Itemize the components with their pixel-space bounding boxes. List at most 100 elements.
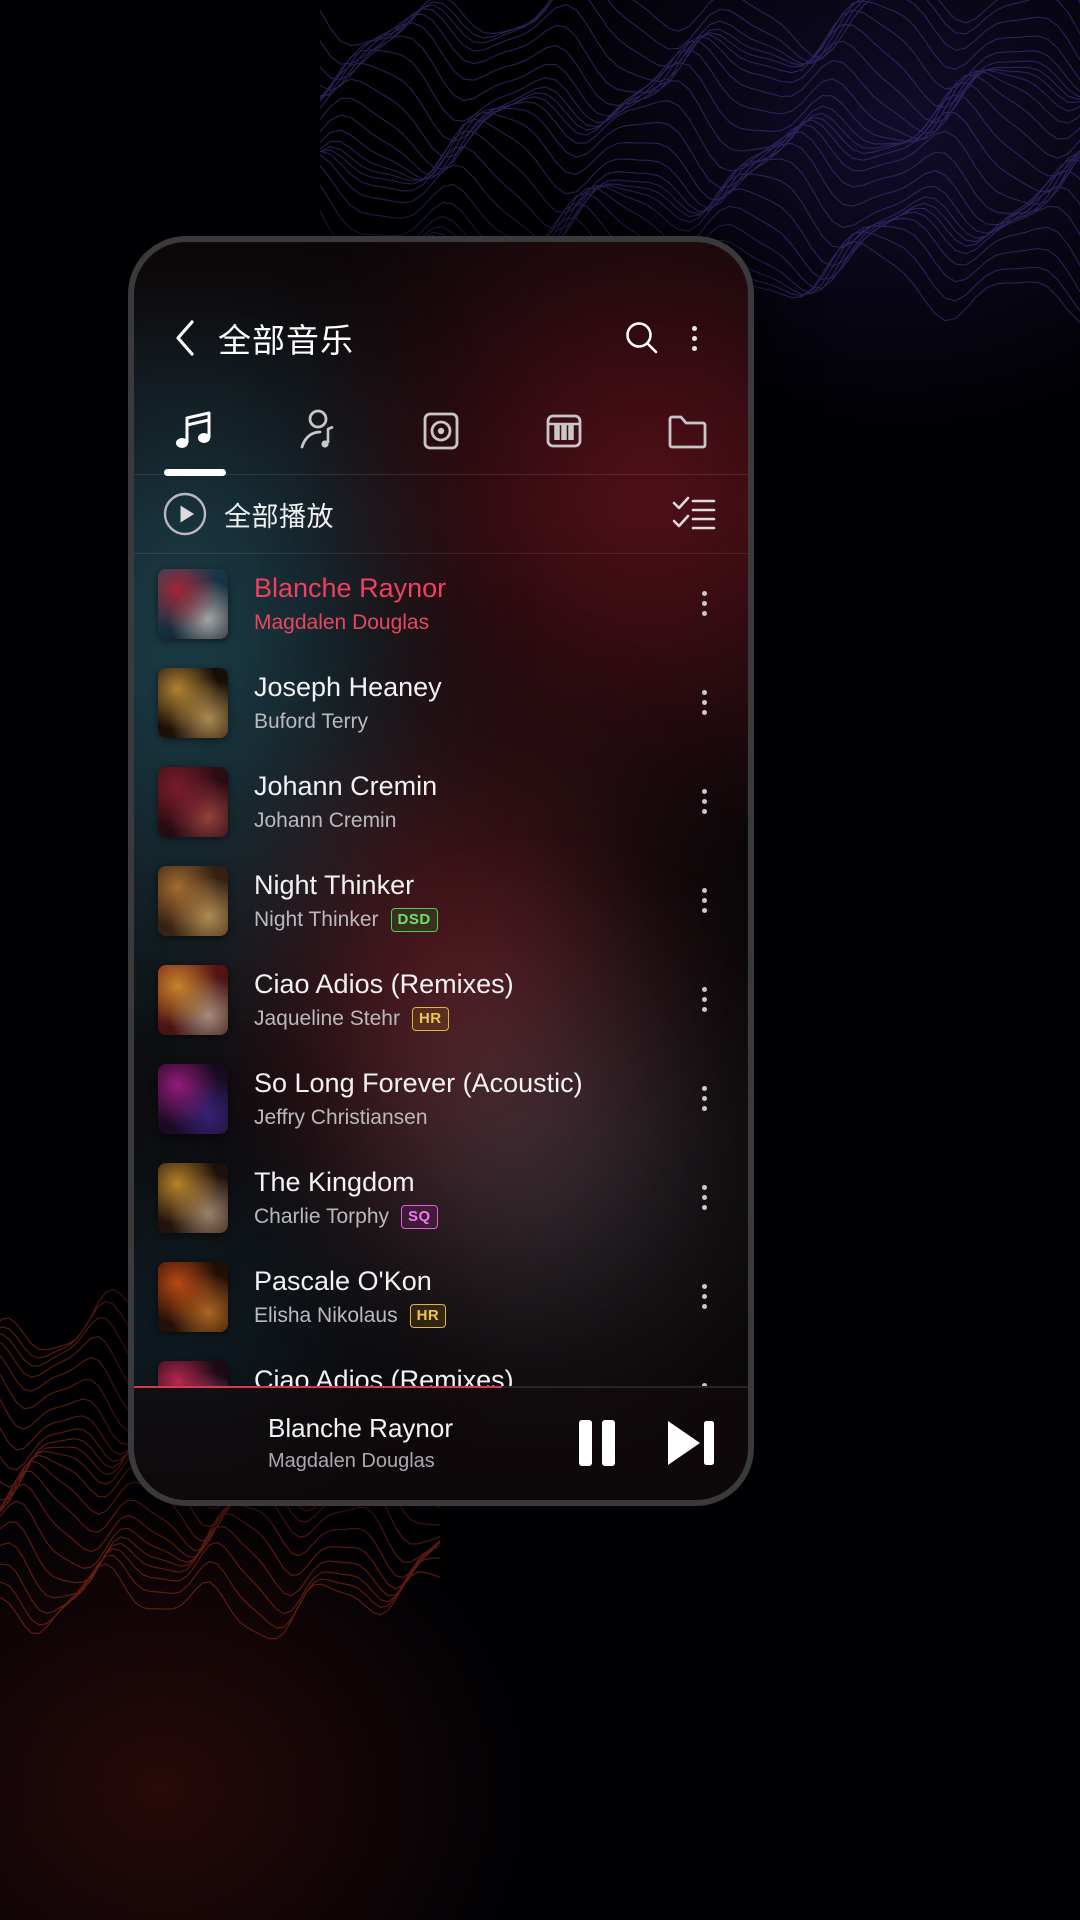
song-title: So Long Forever (Acoustic) [254, 1067, 583, 1098]
overflow-menu-icon [701, 690, 707, 715]
overflow-menu-icon [701, 888, 707, 913]
tab-artists[interactable] [257, 390, 380, 472]
song-menu-button[interactable] [682, 1361, 726, 1386]
song-row[interactable]: Johann Cremin Johann Cremin [134, 752, 748, 851]
song-subline: Jeffry Christiansen [254, 1106, 682, 1130]
song-title: Ciao Adios (Remixes) [254, 1364, 514, 1386]
song-title: Pascale O'Kon [254, 1265, 432, 1296]
album-art [158, 964, 228, 1035]
song-menu-button[interactable] [682, 767, 726, 837]
overflow-menu-icon [701, 1185, 707, 1210]
quality-badge: SQ [401, 1205, 438, 1230]
song-meta: Ciao Adios (Remixes)Willis Osinski [254, 1364, 682, 1386]
song-subline: Charlie Torphy SQ [254, 1205, 682, 1230]
song-subline: Jaqueline Stehr HR [254, 1007, 682, 1032]
play-all-bar[interactable]: 全部播放 [134, 475, 748, 553]
album-art [158, 1162, 228, 1233]
mini-player-controls [566, 1412, 720, 1474]
song-subline: Buford Terry [254, 710, 682, 734]
screen-root: 全部音乐 全部播放 Blanche Raynor Magdalen Dougla… [0, 0, 1080, 1920]
phone-frame: 全部音乐 全部播放 Blanche Raynor Magdalen Dougla… [128, 236, 754, 1506]
song-row[interactable]: The Kingdom Charlie Torphy SQ [134, 1148, 748, 1247]
pause-button[interactable] [566, 1412, 628, 1474]
song-meta: Ciao Adios (Remixes) Jaqueline Stehr HR [254, 968, 682, 1032]
song-title: Blanche Raynor [254, 572, 447, 603]
song-artist: Elisha Nikolaus [254, 1304, 398, 1328]
song-row[interactable]: So Long Forever (Acoustic) Jeffry Christi… [134, 1049, 748, 1148]
song-menu-button[interactable] [682, 1064, 726, 1134]
song-menu-button[interactable] [682, 866, 726, 936]
song-title: Ciao Adios (Remixes) [254, 968, 514, 999]
album-disc-icon [423, 412, 459, 450]
tab-albums[interactable] [380, 390, 503, 472]
album-art [158, 667, 228, 738]
overflow-menu-icon [701, 987, 707, 1012]
search-icon [626, 322, 658, 354]
checklist-icon [672, 496, 716, 530]
song-list[interactable]: Blanche Raynor Magdalen Douglas Joseph Hea… [134, 554, 748, 1386]
song-meta: Joseph Heaney Buford Terry [254, 671, 682, 734]
song-menu-button[interactable] [682, 569, 726, 639]
back-button[interactable] [162, 315, 208, 361]
overflow-menu-icon [701, 789, 707, 814]
red-glow [0, 1460, 540, 1920]
song-row[interactable]: Joseph Heaney Buford Terry [134, 653, 748, 752]
overflow-menu-icon [691, 325, 697, 351]
app-header: 全部音乐 [134, 296, 748, 380]
app-screen: 全部音乐 全部播放 Blanche Raynor Magdalen Dougla… [134, 242, 748, 1500]
song-subline: Magdalen Douglas [254, 611, 682, 635]
quality-badge: HR [411, 1007, 449, 1032]
song-row[interactable]: Blanche Raynor Magdalen Douglas [134, 554, 748, 653]
skip-next-icon [668, 1421, 714, 1465]
quality-badge: HR [409, 1304, 447, 1329]
quality-badge: DSD [390, 908, 438, 933]
chevron-left-icon [176, 320, 194, 356]
more-options-button[interactable] [668, 312, 720, 364]
song-menu-button[interactable] [682, 965, 726, 1035]
song-meta: So Long Forever (Acoustic) Jeffry Christi… [254, 1067, 682, 1130]
tab-songs[interactable] [134, 390, 257, 476]
artist-icon [300, 409, 334, 449]
song-title: The Kingdom [254, 1166, 415, 1197]
folder-icon [668, 415, 706, 449]
album-art [158, 1261, 228, 1332]
search-button[interactable] [616, 312, 668, 364]
mini-player[interactable]: Blanche Raynor Magdalen Douglas [134, 1386, 748, 1500]
tab-folders[interactable] [625, 390, 748, 472]
song-menu-button[interactable] [682, 668, 726, 738]
play-all-label: 全部播放 [224, 501, 334, 532]
album-art [158, 766, 228, 837]
mini-player-artwork[interactable] [162, 1405, 238, 1481]
pause-icon [579, 1420, 615, 1466]
album-art [158, 1360, 228, 1386]
tab-genres[interactable] [502, 390, 625, 472]
album-art [158, 865, 228, 936]
song-title: Joseph Heaney [254, 671, 442, 702]
album-art [158, 568, 228, 639]
category-tabs [134, 390, 748, 476]
mini-player-title: Blanche Raynor [268, 1413, 453, 1443]
song-meta: Night Thinker Night Thinker DSD [254, 869, 682, 933]
song-row[interactable]: Ciao Adios (Remixes) Jaqueline Stehr HR [134, 950, 748, 1049]
mini-player-artist: Magdalen Douglas [268, 1450, 435, 1472]
song-row[interactable]: Ciao Adios (Remixes)Willis Osinski [134, 1346, 748, 1386]
mini-player-progress[interactable] [134, 1386, 503, 1388]
song-meta: Pascale O'Kon Elisha Nikolaus HR [254, 1265, 682, 1329]
album-art [158, 1063, 228, 1134]
next-track-button[interactable] [658, 1412, 720, 1474]
song-artist: Jaqueline Stehr [254, 1007, 400, 1031]
overflow-menu-icon [701, 1086, 707, 1111]
song-meta: Blanche Raynor Magdalen Douglas [254, 572, 682, 635]
overflow-menu-icon [701, 591, 707, 616]
song-meta: Johann Cremin Johann Cremin [254, 770, 682, 833]
overflow-menu-icon [701, 1284, 707, 1309]
multiselect-button[interactable] [668, 488, 720, 540]
song-subline: Elisha Nikolaus HR [254, 1304, 682, 1329]
song-row[interactable]: Pascale O'Kon Elisha Nikolaus HR [134, 1247, 748, 1346]
song-title: Johann Cremin [254, 770, 438, 801]
song-menu-button[interactable] [682, 1262, 726, 1332]
song-row[interactable]: Night Thinker Night Thinker DSD [134, 851, 748, 950]
song-artist: Jeffry Christiansen [254, 1106, 428, 1130]
song-menu-button[interactable] [682, 1163, 726, 1233]
song-artist: Night Thinker [254, 908, 379, 932]
